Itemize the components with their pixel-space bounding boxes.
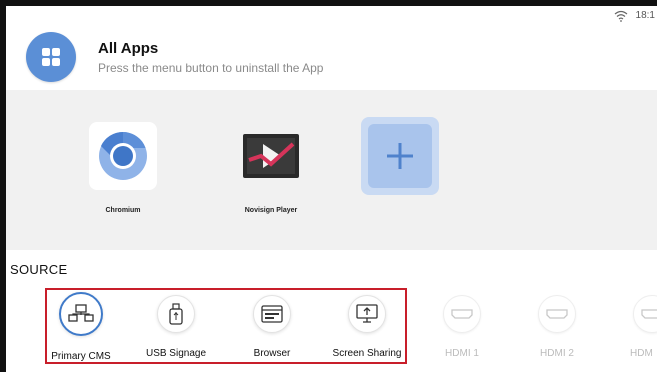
- source-label: USB Signage: [145, 348, 207, 359]
- source-usb-signage[interactable]: USB Signage: [126, 288, 226, 359]
- app-tile-novisign-player[interactable]: Novisign Player: [221, 122, 321, 214]
- source-list: Primary CMS USB Signage Browser Screen S…: [6, 288, 657, 368]
- source-primary-cms[interactable]: Primary CMS: [31, 288, 131, 362]
- status-bar: 18:1: [614, 6, 657, 24]
- apps-panel: Chromium Novisign Player: [6, 90, 657, 250]
- app-label: Novisign Player: [244, 207, 298, 214]
- source-hdmi-1[interactable]: HDMI 1: [412, 288, 512, 359]
- source-screen-sharing[interactable]: Screen Sharing: [317, 288, 417, 359]
- app-label: Chromium: [105, 207, 141, 214]
- source-hdmi-2[interactable]: HDMI 2: [507, 288, 607, 359]
- wifi-icon: [614, 9, 628, 22]
- source-label: Browser: [253, 348, 291, 359]
- usb-icon: [157, 295, 195, 333]
- page-subtitle: Press the menu button to uninstall the A…: [98, 60, 324, 75]
- add-app-button[interactable]: [360, 117, 440, 195]
- screen-share-icon: [348, 295, 386, 333]
- hdmi-icon: [538, 295, 576, 333]
- network-cms-icon: [59, 292, 103, 336]
- hdmi-icon: [633, 295, 657, 333]
- source-label: HDMI 1: [445, 348, 479, 359]
- source-label: Screen Sharing: [332, 348, 402, 359]
- apps-grid-icon: [26, 32, 76, 82]
- source-label: Primary CMS: [51, 351, 111, 362]
- source-browser[interactable]: Browser: [222, 288, 322, 359]
- source-label: HDM: [630, 348, 653, 359]
- clock: 18:1: [635, 9, 655, 21]
- source-hdmi-3[interactable]: HDM: [602, 288, 657, 359]
- source-label: HDMI 2: [540, 348, 574, 359]
- add-icon: [368, 124, 432, 188]
- novisign-player-icon: [237, 122, 305, 190]
- chromium-icon: [89, 122, 157, 190]
- page-title: All Apps: [98, 39, 159, 57]
- browser-icon: [253, 295, 291, 333]
- source-section-title: SOURCE: [10, 262, 68, 277]
- page-header: All Apps Press the menu button to uninst…: [26, 24, 646, 90]
- hdmi-icon: [443, 295, 481, 333]
- app-tile-chromium[interactable]: Chromium: [73, 122, 173, 214]
